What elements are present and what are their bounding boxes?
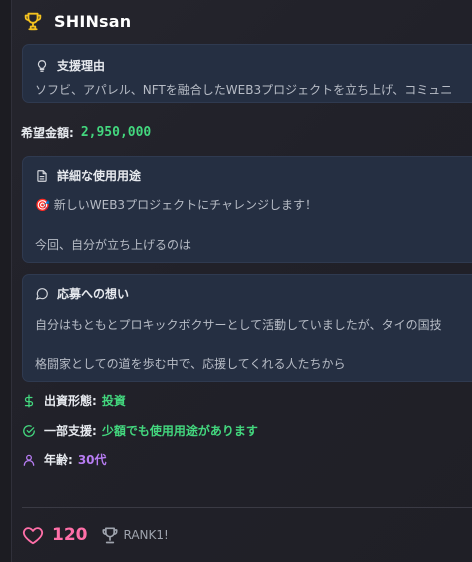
thoughts-section: 応募への想い 自分はもともとプロキックボクサーとして活動していましたが、タイの国…: [22, 274, 472, 382]
thoughts-line-2: 格闘家としての道を歩む中で、応援してくれる人たちから: [35, 357, 346, 371]
heart-icon[interactable]: [22, 524, 44, 546]
reason-section: 支援理由 ソフビ、アパレル、NFTを融合したWEB3プロジェクトを立ち上げ、コミ…: [22, 44, 472, 103]
thoughts-header: 応募への想い: [35, 285, 129, 302]
investment-type-row: 出資形態: 投資: [22, 392, 126, 409]
rank-badge: RANK1!: [123, 528, 169, 542]
check-circle-icon: [23, 424, 35, 437]
investment-type-label: 出資形態:: [44, 394, 97, 408]
age-value: 30代: [77, 453, 107, 467]
thoughts-line-1: 自分はもともとプロキックボクサーとして活動していましたが、タイの国技: [35, 318, 442, 332]
usage-section: 詳細な使用用途 🎯 新しいWEB3プロジェクトにチャレンジします！ 今回、自分が…: [22, 156, 472, 263]
reason-text: ソフビ、アパレル、NFTを融合したWEB3プロジェクトを立ち上げ、コミュニ: [35, 83, 453, 97]
document-icon: [37, 169, 47, 182]
age-label: 年齢:: [44, 453, 73, 467]
amount-label: 希望金額:: [21, 126, 74, 140]
usage-line-2: 今回、自分が立ち上げるのは: [35, 238, 192, 252]
message-circle-icon: [36, 287, 48, 300]
usage-header: 詳細な使用用途: [35, 167, 141, 184]
project-title: SHINsan: [54, 11, 132, 31]
usage-line-1: 🎯 新しいWEB3プロジェクトにチャレンジします！: [35, 198, 317, 212]
card-header: SHINsan: [22, 9, 131, 33]
partial-support-value: 少額でも使用用途があります: [101, 424, 258, 438]
usage-title: 詳細な使用用途: [57, 169, 142, 183]
lightbulb-icon: [37, 59, 47, 72]
investment-type-value: 投資: [101, 394, 126, 408]
trophy-icon: [24, 12, 42, 31]
age-row: 年齢: 30代: [22, 451, 107, 468]
thoughts-title: 応募への想い: [57, 287, 130, 301]
reason-title: 支援理由: [57, 59, 106, 73]
partial-support-row: 一部支援: 少額でも使用用途があります: [22, 422, 258, 439]
dollar-icon: [24, 394, 34, 407]
trophy-outline-icon: [102, 527, 117, 544]
partial-support-label: 一部支援:: [44, 424, 97, 438]
reason-header: 支援理由: [35, 57, 105, 74]
like-count: 120: [52, 525, 88, 545]
amount-value: 2,950,000: [80, 125, 152, 140]
desired-amount: 希望金額: 2,950,000: [21, 124, 151, 141]
footer-divider: [22, 507, 472, 508]
card-footer: 120 RANK1!: [22, 522, 169, 548]
user-icon: [23, 454, 35, 466]
